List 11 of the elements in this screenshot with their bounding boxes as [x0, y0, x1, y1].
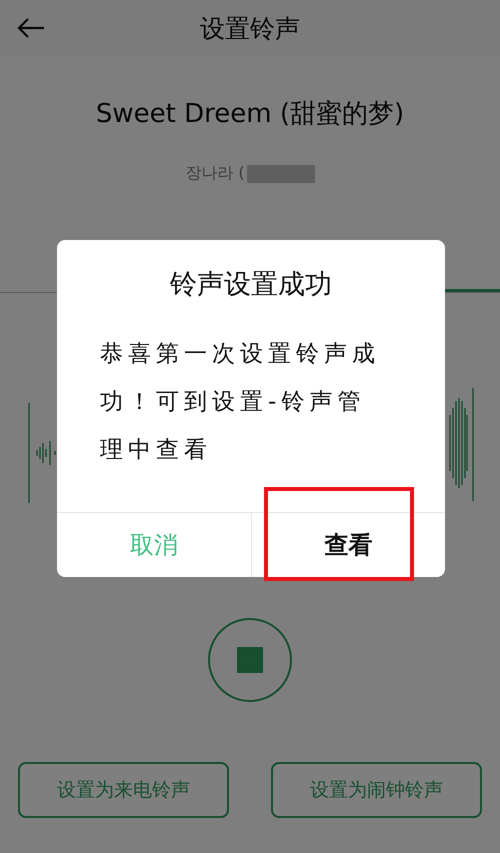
dialog-title: 铃声设置成功 — [169, 268, 333, 302]
artist-name: 장나라 ( — [185, 163, 245, 184]
stop-icon — [237, 647, 263, 673]
song-title: Sweet Dreem (甜蜜的梦) — [96, 98, 404, 131]
cancel-button[interactable]: 取消 — [57, 513, 252, 577]
ringtone-button[interactable]: 设置为来电铃声 — [18, 762, 229, 818]
page-title: 设置铃声 — [200, 12, 300, 44]
ringtone-button[interactable]: 设置为闹钟铃声 — [271, 762, 482, 818]
back-arrow-icon — [16, 17, 46, 39]
view-button[interactable]: 查看 — [252, 513, 445, 577]
dialog-message: 恭喜第一次设置铃声成功！可到设置-铃声管理中查看 — [100, 340, 381, 465]
